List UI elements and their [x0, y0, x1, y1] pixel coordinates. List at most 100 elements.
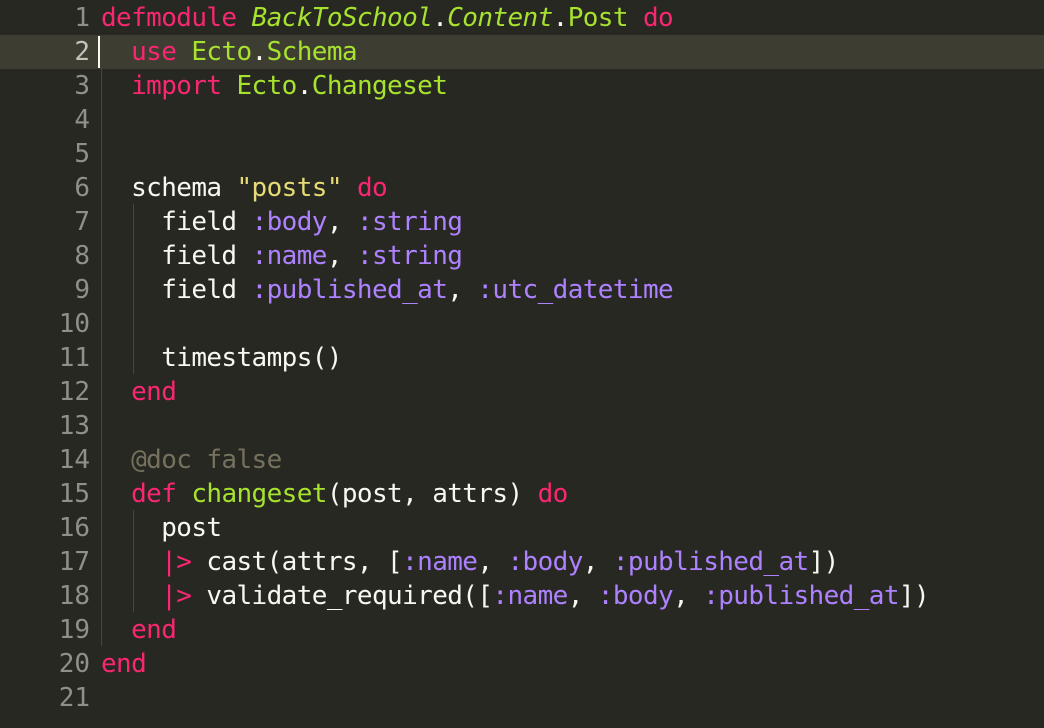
function-call-token: field [161, 275, 237, 305]
keyword-token: use [131, 37, 177, 67]
keyword-token: do [356, 173, 388, 203]
code-text[interactable]: field :published_at, :utc_datetime [101, 273, 673, 307]
code-line-6[interactable]: 6 schema "posts" do [0, 171, 1044, 205]
code-line-7[interactable]: 7 field :body, :string [0, 205, 1044, 239]
line-number: 19 [58, 615, 90, 645]
keyword-token: def [131, 479, 177, 509]
code-text[interactable]: schema "posts" do [101, 171, 388, 205]
atom-token: :string [356, 207, 463, 237]
code-text[interactable]: field :body, :string [101, 205, 463, 239]
line-number: 15 [58, 479, 90, 509]
pipe-operator: |> [161, 581, 192, 611]
code-line-4[interactable]: 4 [0, 103, 1044, 137]
atom-token: :published_at [612, 547, 809, 577]
keyword-token: do [642, 3, 674, 33]
line-number: 5 [74, 139, 90, 169]
module-name-token: Ecto [191, 37, 252, 67]
keyword-token: end [101, 649, 147, 679]
indent-guide [133, 510, 134, 612]
punctuation: , [567, 581, 598, 611]
code-text[interactable]: @doc false [101, 443, 282, 477]
atom-token: :published_at [251, 275, 448, 305]
code-line-3[interactable]: 3 import Ecto.Changeset [0, 69, 1044, 103]
atom-token: :body [597, 581, 674, 611]
code-text[interactable]: end [101, 375, 177, 409]
code-editor[interactable]: 1 defmodule BackToSchool.Content.Post do… [0, 0, 1044, 728]
code-line-11[interactable]: 11 timestamps() [0, 341, 1044, 375]
line-number: 11 [58, 343, 90, 373]
code-line-15[interactable]: 15 def changeset(post, attrs) do [0, 477, 1044, 511]
line-number: 17 [58, 547, 90, 577]
atom-token: :name [251, 241, 328, 271]
keyword-token: defmodule [101, 3, 237, 33]
code-line-18[interactable]: 18 |> validate_required([:name, :body, :… [0, 579, 1044, 613]
code-text[interactable]: field :name, :string [101, 239, 463, 273]
punctuation: , [477, 547, 508, 577]
line-number: 2 [74, 37, 90, 67]
line-number: 12 [58, 377, 90, 407]
code-text[interactable]: |> cast(attrs, [:name, :body, :published… [101, 545, 839, 579]
comment-token: @doc false [131, 445, 282, 475]
atom-token: :body [251, 207, 328, 237]
punctuation: , [447, 275, 478, 305]
code-line-1[interactable]: 1 defmodule BackToSchool.Content.Post do [0, 1, 1044, 35]
code-line-19[interactable]: 19 end [0, 613, 1044, 647]
code-text[interactable]: post [101, 511, 222, 545]
code-text[interactable]: end [101, 613, 177, 647]
atom-token: :utc_datetime [477, 275, 674, 305]
code-line-5[interactable]: 5 [0, 137, 1044, 171]
line-number: 6 [74, 173, 90, 203]
code-text[interactable]: timestamps() [101, 341, 342, 375]
punctuation: , [326, 207, 357, 237]
code-line-16[interactable]: 16 post [0, 511, 1044, 545]
code-text[interactable]: end [101, 647, 147, 681]
code-line-9[interactable]: 9 field :published_at, :utc_datetime [0, 273, 1044, 307]
module-name-token: Content [447, 3, 553, 33]
atom-token: :name [402, 547, 478, 577]
code-text[interactable]: |> validate_required([:name, :body, :pub… [101, 579, 929, 613]
arguments-token: (post, attrs) [326, 479, 523, 509]
code-line-13[interactable]: 13 [0, 409, 1044, 443]
code-line-20[interactable]: 20 end [0, 647, 1044, 681]
text-cursor [98, 36, 100, 68]
code-text[interactable]: defmodule BackToSchool.Content.Post do [101, 1, 674, 35]
atom-token: :published_at [703, 581, 899, 611]
line-number: 13 [58, 411, 90, 441]
code-line-17[interactable]: 17 |> cast(attrs, [:name, :body, :publis… [0, 545, 1044, 579]
line-number: 20 [58, 649, 90, 679]
code-line-21[interactable]: 21 [0, 681, 1044, 715]
dot-token: . [552, 3, 569, 33]
indent-guide [133, 204, 134, 374]
code-line-10[interactable]: 10 [0, 307, 1044, 341]
line-number: 18 [58, 581, 90, 611]
code-text[interactable]: use Ecto.Schema [101, 35, 357, 69]
code-line-2[interactable]: 2 use Ecto.Schema [0, 35, 1044, 69]
module-name-token: Changeset [311, 71, 448, 101]
module-name-token: Post [567, 3, 629, 33]
code-line-12[interactable]: 12 end [0, 375, 1044, 409]
code-line-14[interactable]: 14 @doc false [0, 443, 1044, 477]
function-name-token: changeset [191, 479, 327, 509]
atom-token: :name [492, 581, 568, 611]
atom-token: :body [507, 547, 583, 577]
code-line-8[interactable]: 8 field :name, :string [0, 239, 1044, 273]
code-text[interactable]: def changeset(post, attrs) do [101, 477, 568, 511]
punctuation: , [582, 547, 613, 577]
code-text[interactable]: import Ecto.Changeset [101, 69, 448, 103]
line-number: 1 [74, 3, 90, 33]
punctuation: ]) [898, 581, 930, 611]
module-name-token: Ecto [236, 71, 298, 101]
indent-guide [101, 68, 102, 646]
